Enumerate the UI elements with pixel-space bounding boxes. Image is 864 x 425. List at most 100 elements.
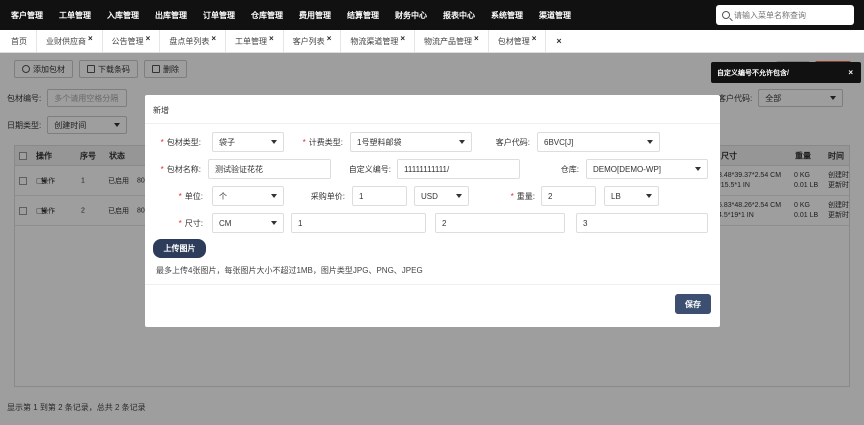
tab[interactable]: 物流产品管理 ×: [415, 30, 489, 52]
price-input[interactable]: 1: [352, 186, 407, 206]
upload-image-button[interactable]: 上传图片: [153, 239, 206, 258]
tab[interactable]: 客户列表 ×: [284, 30, 342, 52]
material-type-label: * 包材类型:: [160, 137, 201, 147]
material-name-label: * 包材名称:: [160, 164, 201, 174]
warehouse-label: 仓库:: [545, 159, 579, 179]
weight-unit-value: LB: [611, 191, 621, 201]
close-icon[interactable]: ×: [269, 34, 274, 43]
tab[interactable]: 物流渠道管理 ×: [341, 30, 416, 52]
material-name-label-text: 包材名称:: [166, 164, 201, 174]
menu-search-input[interactable]: [734, 10, 844, 20]
close-icon[interactable]: ×: [848, 68, 853, 77]
chevron-down-icon: [271, 140, 277, 144]
weight-value: 2: [548, 191, 553, 201]
dialog-title: 新增: [153, 106, 169, 115]
tab-label: 物流产品管理: [424, 36, 473, 46]
nav-item[interactable]: 订单管理: [195, 10, 243, 21]
material-type-label-text: 包材类型:: [166, 137, 201, 147]
tab[interactable]: 首页: [2, 30, 37, 52]
unit-select[interactable]: 个: [212, 186, 284, 206]
chevron-down-icon: [271, 194, 277, 198]
close-icon[interactable]: ×: [211, 34, 216, 43]
nav-item[interactable]: 系统管理: [483, 10, 531, 21]
nav-item[interactable]: 入库管理: [99, 10, 147, 21]
price-value: 1: [359, 191, 364, 201]
divider: [145, 123, 720, 124]
tab-label: 盘点单列表: [169, 36, 210, 46]
size-length-input[interactable]: 1: [291, 213, 426, 233]
tab[interactable]: 包材管理 ×: [488, 30, 547, 52]
custom-code-label: 自定义编号:: [341, 159, 391, 179]
chevron-down-icon: [695, 167, 701, 171]
warehouse-label-text: 仓库:: [560, 164, 579, 174]
customer-code-field-label: 客户代码:: [485, 132, 530, 152]
nav-item[interactable]: 报表中心: [435, 10, 483, 21]
unit-label: * 单位:: [178, 191, 203, 201]
close-icon[interactable]: ×: [474, 34, 479, 43]
charge-type-value: 1号塑料邮袋: [357, 137, 402, 147]
nav-item[interactable]: 渠道管理: [531, 10, 579, 21]
charge-type-select[interactable]: 1号塑料邮袋: [350, 132, 472, 152]
size-height-value: 3: [583, 218, 588, 228]
upload-hint: 最多上传4张图片，每张图片大小不超过1MB，图片类型JPG、PNG、JPEG: [156, 266, 423, 275]
weight-label-text: 重量:: [516, 191, 535, 201]
price-label: 采购单价:: [293, 186, 345, 206]
close-all-tabs-icon[interactable]: ×: [546, 30, 571, 52]
search-icon: [722, 11, 730, 19]
nav-item[interactable]: 工单管理: [51, 10, 99, 21]
tab-bar: 首页 业财供应商 × 公告管理 × 盘点单列表 × 工单管理 × 客户列表 × 物流渠道管理 × 物流产品…: [0, 30, 864, 53]
chevron-down-icon: [646, 194, 652, 198]
tab[interactable]: 工单管理 ×: [226, 30, 284, 52]
weight-unit-select[interactable]: LB: [604, 186, 659, 206]
nav-item[interactable]: 出库管理: [147, 10, 195, 21]
unit-label-text: 单位:: [184, 191, 203, 201]
material-name-input[interactable]: 测试验证花花: [208, 159, 331, 179]
nav-item[interactable]: 财务中心: [387, 10, 435, 21]
size-width-input[interactable]: 2: [435, 213, 565, 233]
currency-select[interactable]: USD: [414, 186, 469, 206]
close-icon[interactable]: ×: [400, 34, 405, 43]
menu-search[interactable]: [716, 5, 854, 25]
tab-label: 工单管理: [235, 36, 268, 46]
charge-type-label: * 计费类型:: [302, 137, 343, 147]
nav-item[interactable]: 费用管理: [291, 10, 339, 21]
custom-code-label-text: 自定义编号:: [348, 164, 391, 174]
chevron-down-icon: [647, 140, 653, 144]
nav-menu: 客户管理 工单管理 入库管理 出库管理 订单管理 仓库管理 费用管理 结算管理 财务中心 报表中心…: [0, 10, 579, 21]
size-width-value: 2: [442, 218, 447, 228]
price-label-text: 采购单价:: [310, 191, 345, 201]
chevron-down-icon: [271, 221, 277, 225]
tab[interactable]: 业财供应商 ×: [37, 30, 103, 52]
tab[interactable]: 盘点单列表 ×: [160, 30, 227, 52]
currency-value: USD: [421, 191, 438, 201]
material-type-select[interactable]: 袋子: [212, 132, 284, 152]
divider: [145, 284, 720, 285]
custom-code-input[interactable]: 11111111111/: [397, 159, 520, 179]
warehouse-value: DEMO[DEMO-WP]: [593, 164, 661, 174]
close-icon[interactable]: ×: [327, 34, 332, 43]
customer-code-label-text: 客户代码:: [495, 137, 530, 147]
add-material-dialog: 新增 * 包材类型: 袋子 * 计费类型: 1号塑料邮袋 客户代码: 6BVC[J]…: [145, 95, 720, 327]
tab-label: 包材管理: [497, 36, 530, 46]
warehouse-select[interactable]: DEMO[DEMO-WP]: [586, 159, 708, 179]
notification-text: 自定义编号不允许包含/: [717, 69, 789, 77]
tab[interactable]: 公告管理 ×: [103, 30, 161, 52]
weight-input[interactable]: 2: [541, 186, 596, 206]
tab-label: 客户列表: [292, 36, 325, 46]
close-icon[interactable]: ×: [532, 34, 537, 43]
nav-item[interactable]: 客户管理: [0, 10, 51, 21]
material-name-value: 测试验证花花: [215, 164, 263, 174]
charge-type-label-text: 计费类型:: [308, 137, 343, 147]
tab-list: 首页 业财供应商 × 公告管理 × 盘点单列表 × 工单管理 × 客户列表 × 物流渠道管理 × 物流产品…: [2, 30, 547, 52]
top-nav: 客户管理 工单管理 入库管理 出库管理 订单管理 仓库管理 费用管理 结算管理 财务中心 报表中心…: [0, 0, 864, 30]
customer-code-field-value: 6BVC[J]: [544, 137, 574, 147]
custom-code-value: 11111111111/: [404, 164, 450, 174]
nav-item[interactable]: 结算管理: [339, 10, 387, 21]
customer-code-field-select[interactable]: 6BVC[J]: [537, 132, 660, 152]
close-icon[interactable]: ×: [88, 34, 93, 43]
size-height-input[interactable]: 3: [576, 213, 708, 233]
close-icon[interactable]: ×: [146, 34, 151, 43]
nav-item[interactable]: 仓库管理: [243, 10, 291, 21]
save-button[interactable]: 保存: [675, 294, 711, 314]
size-unit-select[interactable]: CM: [212, 213, 284, 233]
